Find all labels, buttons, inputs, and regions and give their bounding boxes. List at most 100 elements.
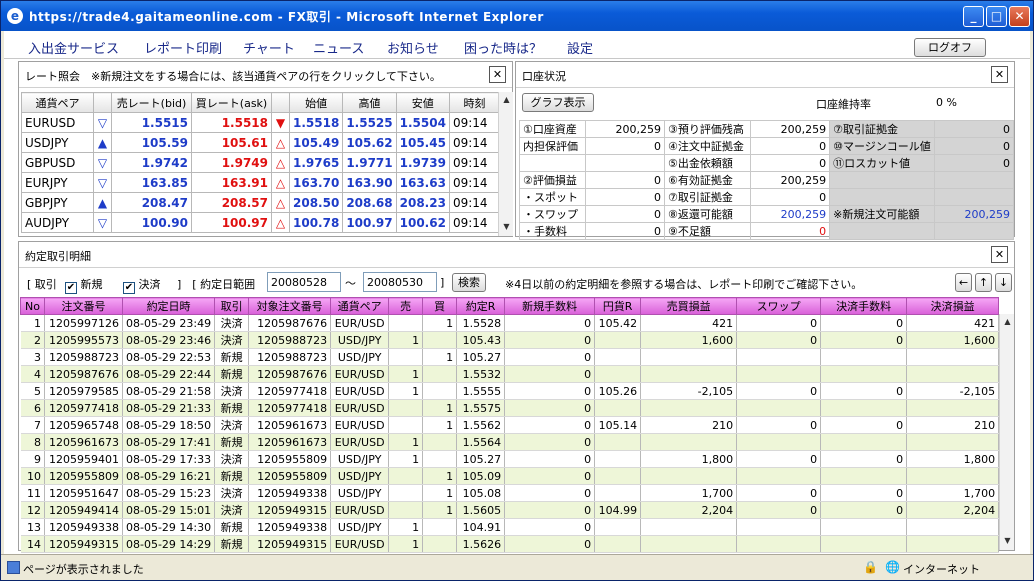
ask-rate[interactable]: 208.57: [191, 192, 272, 213]
table-cell: [388, 501, 424, 519]
bid-rate[interactable]: 100.90: [111, 212, 192, 233]
settle-checkbox[interactable]: ✔: [123, 282, 135, 294]
table-cell: USD/JPY: [330, 331, 390, 349]
table-row[interactable]: 7 1205965748 08-05-29 18:50 決済 1205961673 EUR…: [20, 416, 1000, 434]
table-cell: EUR/USD: [330, 501, 390, 519]
ask-rate[interactable]: 163.91: [191, 172, 272, 193]
table-cell: 0: [736, 501, 822, 519]
table-row[interactable]: 8 1205961673 08-05-29 17:41 新規 1205961673 EUR…: [20, 433, 1000, 451]
scroll-down-icon[interactable]: ▼: [1001, 534, 1014, 548]
maximize-button[interactable]: □: [986, 6, 1007, 27]
menu-help[interactable]: 困った時は？: [464, 38, 542, 57]
scroll-down-icon[interactable]: ▼: [500, 220, 513, 234]
table-cell: [640, 535, 738, 553]
close-button[interactable]: ✕: [1009, 6, 1030, 27]
table-row[interactable]: 3 1205988723 08-05-29 22:53 新規 1205988723 USD…: [20, 348, 1000, 366]
logoff-button[interactable]: ログオフ: [914, 38, 986, 57]
ask-rate[interactable]: 100.97: [191, 212, 272, 233]
table-cell: 決済: [214, 382, 250, 400]
table-row[interactable]: 6 1205977418 08-05-29 21:33 新規 1205977418 EUR…: [20, 399, 1000, 417]
rate-row[interactable]: EURJPY ▽ 163.85 163.91 △ 163.70 163.90 163.63 09…: [21, 172, 500, 193]
menu-news[interactable]: ニュース: [313, 38, 364, 57]
account-value: 200,259: [749, 120, 831, 138]
filter-label-trade: [ 取引: [27, 278, 57, 291]
table-row[interactable]: 13 1205949338 08-05-29 14:30 新規 1205949338 US…: [20, 518, 1000, 536]
table-row[interactable]: 9 1205959401 08-05-29 17:33 決済 1205955809 USD…: [20, 450, 1000, 468]
nav-down-button[interactable]: ↓: [995, 273, 1012, 292]
table-cell: 決済: [214, 484, 250, 502]
table-cell: [594, 433, 642, 451]
table-cell: 0: [736, 331, 822, 349]
rate-row[interactable]: EURUSD ▽ 1.5515 1.5518 ▼ 1.5518 1.5525 1.5504 09…: [21, 112, 500, 133]
nav-left-button[interactable]: ←: [955, 273, 972, 292]
menu-report[interactable]: レポート印刷: [144, 38, 222, 57]
table-cell: 1205987676: [248, 365, 332, 383]
table-cell: 08-05-29 23:46: [122, 331, 216, 349]
table-row[interactable]: 4 1205987676 08-05-29 22:44 新規 1205987676 EUR…: [20, 365, 1000, 383]
rate-scrollbar[interactable]: ▲ ▼: [498, 92, 513, 236]
scroll-up-icon[interactable]: ▲: [500, 93, 513, 107]
contract-panel-close-button[interactable]: ✕: [991, 246, 1008, 263]
table-cell: -2,105: [640, 382, 738, 400]
table-cell: 0: [820, 382, 908, 400]
table-cell: [736, 365, 822, 383]
ask-rate[interactable]: 1.9749: [191, 152, 272, 173]
scroll-up-icon[interactable]: ▲: [1001, 315, 1014, 329]
table-cell: 0: [504, 365, 596, 383]
rate-row[interactable]: GBPJPY ▲ 208.47 208.57 △ 208.50 208.68 208.23 09…: [21, 192, 500, 213]
table-row[interactable]: 2 1205995573 08-05-29 23:46 決済 1205988723 USD…: [20, 331, 1000, 349]
ask-rate[interactable]: 105.61: [191, 132, 272, 153]
menu-notice[interactable]: お知らせ: [387, 38, 439, 57]
table-cell: 105.27: [456, 348, 506, 366]
graph-button[interactable]: グラフ表示: [522, 93, 594, 112]
menu-deposit[interactable]: 入出金サービス: [28, 38, 119, 57]
table-cell: -2,105: [906, 382, 1000, 400]
table-cell: 1,600: [640, 331, 738, 349]
contract-scrollbar[interactable]: ▲ ▼: [999, 314, 1014, 550]
bid-rate[interactable]: 105.59: [111, 132, 192, 153]
table-cell: 0: [504, 501, 596, 519]
table-row[interactable]: 14 1205949315 08-05-29 14:29 新規 1205949315 EU…: [20, 535, 1000, 553]
bid-rate[interactable]: 1.5515: [111, 112, 192, 133]
table-cell: 1.5626: [456, 535, 506, 553]
table-row[interactable]: 5 1205979585 08-05-29 21:58 決済 1205977418 EUR…: [20, 382, 1000, 400]
low-rate: 163.63: [395, 172, 450, 193]
table-row[interactable]: 1 1205997126 08-05-29 23:49 決済 1205987676 EUR…: [20, 314, 1000, 332]
direction-icon: ▲: [93, 192, 112, 213]
account-panel-close-button[interactable]: ✕: [991, 66, 1008, 83]
minimize-button[interactable]: _: [963, 6, 984, 27]
table-cell: [736, 518, 822, 536]
rate-panel-close-button[interactable]: ✕: [489, 66, 506, 83]
bid-rate[interactable]: 1.9742: [111, 152, 192, 173]
date-to-input[interactable]: 20080530: [363, 272, 437, 292]
table-cell: 1205959401: [44, 450, 123, 468]
menu-settings[interactable]: 設定: [567, 38, 593, 57]
table-row[interactable]: 10 1205955809 08-05-29 16:21 新規 1205955809 US…: [20, 467, 1000, 485]
table-cell: 104.91: [456, 518, 506, 536]
table-cell: 1205988723: [248, 348, 332, 366]
date-from-input[interactable]: 20080528: [267, 272, 341, 292]
high-rate: 105.62: [342, 132, 397, 153]
table-row[interactable]: 12 1205949414 08-05-29 15:01 決済 1205949315 EU…: [20, 501, 1000, 519]
table-cell: [594, 484, 642, 502]
rate-header: 始値: [288, 92, 344, 113]
account-value: 0: [584, 205, 666, 223]
ask-rate[interactable]: 1.5518: [191, 112, 272, 133]
search-button[interactable]: 検索: [452, 273, 486, 292]
table-cell: 0: [504, 399, 596, 417]
new-checkbox[interactable]: ✔: [65, 282, 77, 294]
rate-row[interactable]: USDJPY ▲ 105.59 105.61 △ 105.49 105.62 105.45 09…: [21, 132, 500, 153]
menu-chart[interactable]: チャート: [243, 38, 295, 57]
rate-row[interactable]: GBPUSD ▽ 1.9742 1.9749 △ 1.9765 1.9771 1.9739 09…: [21, 152, 500, 173]
table-row[interactable]: 11 1205951647 08-05-29 15:23 決済 1205949338 US…: [20, 484, 1000, 502]
account-label: ⑤出金依頼額: [664, 154, 751, 172]
nav-up-button[interactable]: ↑: [975, 273, 992, 292]
high-rate: 100.97: [342, 212, 397, 233]
rate-row[interactable]: AUDJPY ▽ 100.90 100.97 △ 100.78 100.97 100.62 09…: [21, 212, 500, 233]
direction-icon: △: [271, 132, 290, 153]
contract-header: スワップ: [736, 297, 822, 315]
account-label: ⑦取引証拠金: [664, 188, 751, 206]
direction-icon: ▼: [271, 112, 290, 133]
bid-rate[interactable]: 208.47: [111, 192, 192, 213]
bid-rate[interactable]: 163.85: [111, 172, 192, 193]
